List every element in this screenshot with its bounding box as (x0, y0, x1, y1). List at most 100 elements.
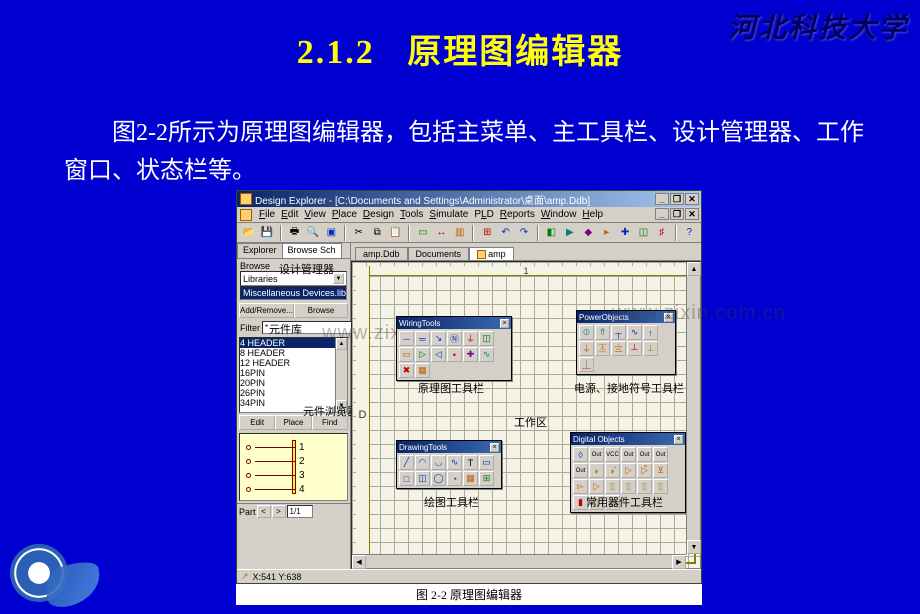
list-item[interactable]: 20PIN (240, 378, 347, 388)
tab-browse-sch[interactable]: Browse Sch (282, 243, 342, 258)
tab-amp[interactable]: amp (469, 247, 514, 260)
txt4[interactable]: Out (637, 447, 652, 462)
not-gate-icon[interactable]: ▻ (573, 479, 588, 494)
ic1-icon[interactable]: ▯ (605, 479, 620, 494)
pie-icon[interactable]: ◔ (447, 471, 462, 486)
close-button[interactable]: ✕ (685, 193, 699, 205)
menu-design[interactable]: Design (363, 209, 394, 220)
tool-redo-icon[interactable]: ↷ (516, 225, 531, 241)
mdi-restore-button[interactable]: ❐ (670, 208, 684, 220)
line-icon[interactable]: ╱ (399, 455, 414, 470)
tab-documents[interactable]: Documents (408, 247, 470, 260)
textframe-icon[interactable]: ▭ (479, 455, 494, 470)
scroll-up-icon[interactable]: ▲ (687, 262, 701, 276)
edit-button[interactable]: Edit (239, 415, 275, 430)
ic4-icon[interactable]: ▯ (653, 479, 668, 494)
arrow-icon[interactable]: ↑ (643, 325, 658, 340)
bezier-icon[interactable]: ∿ (447, 455, 462, 470)
net-label-icon[interactable]: Ⓝ (447, 331, 462, 346)
drawing-tools-palette[interactable]: DrawingTools× ╱ ◠ ◡ ∿ T ▭ □ ◫ ◯ ◔ (396, 440, 502, 489)
pcb-layout-icon[interactable]: ▦ (415, 363, 430, 378)
txt2[interactable]: VCC (605, 447, 620, 462)
tool-library-icon[interactable]: ◫ (636, 225, 651, 241)
scroll-down-icon[interactable]: ▼ (687, 540, 701, 554)
buffer-icon[interactable]: ▷ (589, 479, 604, 494)
vcc-bar-icon[interactable]: ┬ (611, 325, 626, 340)
erc-icon[interactable]: ✖ (399, 363, 414, 378)
txt1[interactable]: Out (589, 447, 604, 462)
ellipse-icon[interactable]: ◯ (431, 471, 446, 486)
text-icon[interactable]: T (463, 455, 478, 470)
rect-icon[interactable]: □ (399, 471, 414, 486)
menu-file[interactable]: File (259, 209, 275, 220)
sheet-entry-icon[interactable]: ▷ (415, 347, 430, 362)
txt5[interactable]: Out (653, 447, 668, 462)
list-scrollbar[interactable]: ▲ ▼ (335, 338, 347, 412)
gnd-else-icon[interactable]: ⊥ (643, 341, 658, 356)
polyline-icon[interactable]: ◠ (415, 455, 430, 470)
tool-save-icon[interactable]: 💾 (259, 225, 274, 241)
ic2-icon[interactable]: ▯ (621, 479, 636, 494)
xor-gate-icon[interactable]: ⊻ (653, 463, 668, 478)
list-item[interactable]: 16PIN (240, 368, 347, 378)
power-port-icon[interactable]: ⏚ (463, 331, 478, 346)
tool-undo-icon[interactable]: ↶ (498, 225, 513, 241)
txt6[interactable]: Out (573, 463, 588, 478)
ic3-icon[interactable]: ▯ (637, 479, 652, 494)
tool-open-icon[interactable]: 📂 (241, 225, 256, 241)
roundrect-icon[interactable]: ◫ (415, 471, 430, 486)
part-prev-button[interactable]: < (257, 505, 271, 518)
component-list[interactable]: 4 HEADER 8 HEADER 12 HEADER 16PIN 20PIN … (239, 337, 348, 413)
menu-tools[interactable]: Tools (400, 209, 423, 220)
image-icon[interactable]: ▦ (463, 471, 478, 486)
tool-browse-icon[interactable]: ◧ (544, 225, 559, 241)
array-icon[interactable]: ⊞ (479, 471, 494, 486)
maximize-button[interactable]: ❐ (670, 193, 684, 205)
menu-reports[interactable]: Reports (500, 209, 535, 220)
menu-edit[interactable]: Edit (281, 209, 298, 220)
txt3[interactable]: Out (621, 447, 636, 462)
or-gate-icon[interactable]: ▷ (621, 463, 636, 478)
tool-zoom-icon[interactable]: 🔍 (305, 225, 320, 241)
menu-view[interactable]: View (304, 209, 326, 220)
tool-erc-icon[interactable]: ▸ (599, 225, 614, 241)
tool-print-icon[interactable]: 🖶 (287, 225, 302, 241)
wiring-tools-palette[interactable]: WiringTools× ─ ═ ↘ Ⓝ ⏚ ◫ ▭ ▷ ◁ • (396, 316, 512, 381)
palette-close-icon[interactable]: × (674, 435, 683, 444)
vcc-arrow-icon[interactable]: ⇑ (595, 325, 610, 340)
nand-gate-icon[interactable]: ◗̊ (605, 463, 620, 478)
menu-window[interactable]: Window (541, 209, 577, 220)
list-item[interactable]: 8 HEADER (240, 348, 347, 358)
junction-icon[interactable]: • (447, 347, 462, 362)
mdi-close-button[interactable]: ✕ (685, 208, 699, 220)
probe-icon[interactable]: ✚ (463, 347, 478, 362)
tool-paste-icon[interactable]: 📋 (388, 225, 403, 241)
scroll-right-icon[interactable]: ▶ (672, 555, 686, 569)
bus-entry-icon[interactable]: ↘ (431, 331, 446, 346)
gnd-bar-icon[interactable]: ┴ (627, 341, 642, 356)
mdi-minimize-button[interactable]: _ (655, 208, 669, 220)
port-icon[interactable]: ◁ (431, 347, 446, 362)
sheet-symbol-icon[interactable]: ▭ (399, 347, 414, 362)
tool-help-icon[interactable]: ? (682, 225, 697, 241)
list-item[interactable]: 12 HEADER (240, 358, 347, 368)
tool-move-icon[interactable]: ↔ (434, 225, 449, 241)
gnd-power-icon[interactable]: ⏚ (579, 341, 594, 356)
menu-pld[interactable]: PLD (474, 209, 493, 220)
stimulus-icon[interactable]: ∿ (479, 347, 494, 362)
part-next-button[interactable]: > (272, 505, 286, 518)
selected-library[interactable]: Miscellaneous Devices.lib (240, 286, 347, 300)
tool-grid-icon[interactable]: ⊞ (479, 225, 494, 241)
tool-deselect-icon[interactable]: ▥ (452, 225, 467, 241)
tool-cut-icon[interactable]: ✂ (351, 225, 366, 241)
tab-explorer[interactable]: Explorer (237, 243, 283, 258)
tool-select-icon[interactable]: ▭ (415, 225, 430, 241)
menubar[interactable]: File Edit View Place Design Tools Simula… (237, 207, 701, 223)
scroll-left-icon[interactable]: ◀ (352, 555, 366, 569)
gnd-earth-icon[interactable]: 〨 (611, 341, 626, 356)
gnd-symbol-icon[interactable]: ⏊ (579, 357, 594, 372)
list-item[interactable]: 26PIN (240, 388, 347, 398)
menu-simulate[interactable]: Simulate (429, 209, 468, 220)
palette-close-icon[interactable]: × (490, 443, 499, 452)
tool-copy-icon[interactable]: ⧉ (369, 225, 384, 241)
